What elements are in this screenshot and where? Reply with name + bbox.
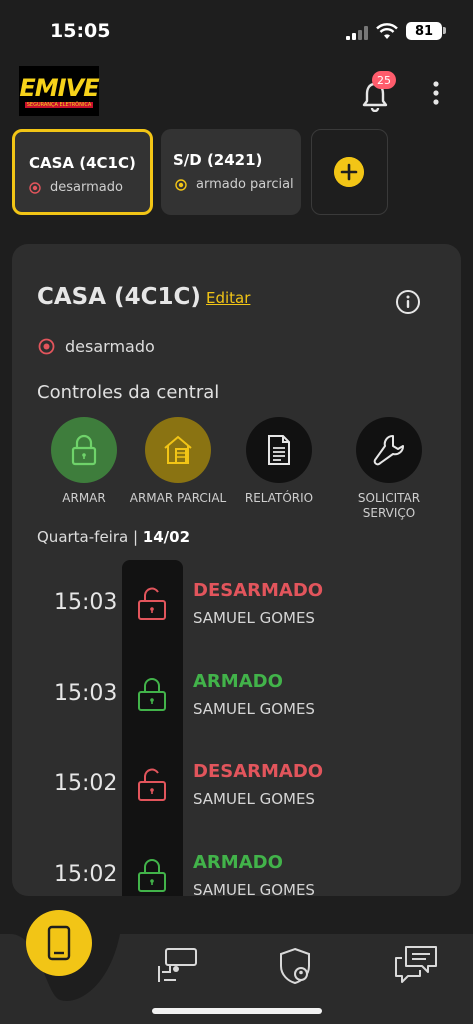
event-time: 15:02 [54,771,118,796]
date-value: 14/02 [142,528,191,546]
event-user: SAMUEL GOMES [193,881,315,896]
event-row[interactable]: 15:03 ARMADO SAMUEL GOMES [12,655,461,735]
property-status: desarmado [29,180,123,195]
event-title: ARMADO [193,671,283,692]
shield-user-icon[interactable] [277,946,313,986]
panel-status-label: desarmado [65,337,155,356]
property-name: CASA (4C1C) [29,154,136,172]
battery-indicator: 81 [406,22,442,40]
event-user: SAMUEL GOMES [193,790,315,808]
edit-link[interactable]: Editar [206,289,250,307]
add-property-button[interactable] [311,129,388,215]
arm-partial-label: ARMAR PARCIAL [129,491,227,505]
battery-nub [443,27,446,34]
central-panel: CASA (4C1C) Editar desarmado Controles d… [12,244,461,896]
property-name: S/D (2421) [173,151,263,169]
wrench-icon [373,435,404,466]
logo-subtitle: SEGURANÇA ELETRÔNICA [24,101,94,108]
controls-title: Controles da central [37,382,220,403]
request-service-button[interactable]: SOLICITAR SERVIÇO [334,417,444,521]
panel-status: desarmado [38,337,155,356]
padlock-icon [71,434,97,466]
event-time: 15:03 [54,590,118,615]
home-indicator [152,1008,322,1014]
more-options-icon[interactable] [424,80,448,108]
disarmed-status-icon [38,338,55,355]
partial-armed-status-icon [175,178,187,191]
house-partial-icon [164,435,192,464]
report-label: RELATÓRIO [244,491,314,505]
document-icon [268,435,290,465]
event-title: DESARMADO [193,580,324,601]
central-tab-button[interactable] [26,910,92,976]
logo-text: EMIVE [19,73,99,102]
arm-partial-button[interactable]: ARMAR PARCIAL [123,417,233,506]
central-device-icon [47,925,71,961]
unlocked-padlock-icon [138,587,166,620]
request-service-circle [356,417,422,483]
property-card-casa[interactable]: CASA (4C1C) desarmado [12,129,153,215]
wifi-icon [376,23,398,39]
locked-padlock-icon [138,678,166,711]
event-time: 15:02 [54,862,118,887]
event-title: ARMADO [193,852,283,873]
info-icon[interactable] [395,289,421,315]
event-row[interactable]: 15:02 DESARMADO SAMUEL GOMES [12,745,461,825]
notification-badge: 25 [372,71,396,89]
report-button[interactable]: RELATÓRIO [224,417,334,506]
camera-icon[interactable] [156,946,200,986]
plus-icon [334,157,364,187]
disarmed-status-icon [29,181,41,194]
event-row[interactable]: 15:03 DESARMADO SAMUEL GOMES [12,564,461,644]
arm-circle [51,417,117,483]
event-title: DESARMADO [193,761,324,782]
date-day: Quarta-feira | [37,528,139,546]
chat-icon[interactable] [392,944,440,986]
status-bar: 15:05 81 [0,0,473,60]
report-circle [246,417,312,483]
panel-title: CASA (4C1C) [37,284,201,310]
request-service-label: SOLICITAR SERVIÇO [357,491,421,520]
date-line: Quarta-feira | 14/02 [37,528,190,546]
property-card-sd[interactable]: S/D (2421) armado parcial [161,129,301,215]
event-user: SAMUEL GOMES [193,700,315,718]
arm-label: ARMAR [62,491,106,505]
event-user: SAMUEL GOMES [193,609,315,627]
event-row[interactable]: 15:02 ARMADO SAMUEL GOMES [12,836,461,896]
status-time: 15:05 [50,20,111,42]
emive-logo: EMIVE SEGURANÇA ELETRÔNICA [19,66,100,116]
locked-padlock-icon [138,859,166,892]
property-status: armado parcial [175,177,294,192]
cellular-signal-icon [346,26,368,40]
property-status-label: armado parcial [196,177,294,192]
property-status-label: desarmado [50,180,123,195]
unlocked-padlock-icon [138,768,166,801]
event-time: 15:03 [54,681,118,706]
arm-partial-circle [145,417,211,483]
